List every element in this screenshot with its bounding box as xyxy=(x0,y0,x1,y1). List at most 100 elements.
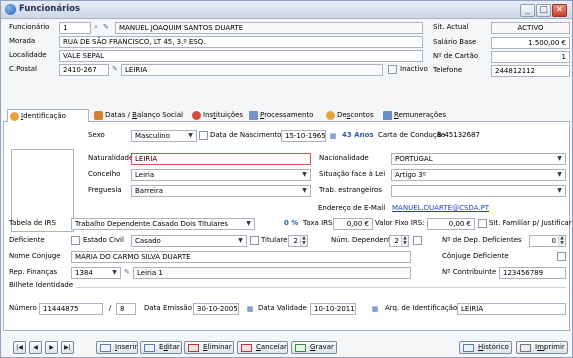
inserir-button[interactable]: Inserir xyxy=(96,341,138,354)
conjuge-label: Nome Conjuge xyxy=(9,252,61,260)
coins-icon xyxy=(326,111,335,120)
salario-label: Salário Base xyxy=(433,38,477,46)
bilhete-group-label: Bilhete Identidade xyxy=(9,279,77,291)
binoculars-icon[interactable]: ⌕ xyxy=(94,21,98,33)
rep-name-field: Leiria 1 xyxy=(133,267,411,279)
fixo-field[interactable]: 0,00 € xyxy=(427,218,475,230)
funcionarios-window: Funcionários _ □ ✕ Funcionário 1 ⌕ ✎ MAN… xyxy=(0,0,573,358)
rep-label: Rep. Finanças xyxy=(9,268,58,276)
deficiente-label: Deficiente xyxy=(9,236,45,244)
dep-def-stepper[interactable]: 0 ▲ ▼ xyxy=(529,235,566,247)
titulares-checkbox[interactable] xyxy=(250,236,259,245)
first-record-button[interactable]: |◀ xyxy=(13,341,26,354)
freguesia-label: Freguesia xyxy=(88,186,122,194)
num-dep-stepper[interactable]: 2 ▲ ▼ xyxy=(389,235,409,247)
taxa-field[interactable]: 0,00 € xyxy=(333,218,373,230)
conjuge-field[interactable]: MARIA DO CARMO SILVA DUARTE xyxy=(71,251,411,263)
printer-icon xyxy=(520,344,531,352)
validade-field[interactable]: 10-10-2011 xyxy=(310,303,356,315)
calendar-icon[interactable]: ▦ xyxy=(328,131,338,141)
freguesia-select[interactable]: Barreira ▼ xyxy=(131,185,311,197)
numero-label: Número xyxy=(9,304,37,312)
cpostal-field[interactable]: 2410-267 xyxy=(59,64,109,76)
localidade-label: Localidade xyxy=(9,51,47,59)
close-button[interactable]: ✕ xyxy=(552,4,567,17)
bilhete-divider xyxy=(9,287,566,288)
tab-identificacao[interactable]: Identificação xyxy=(7,109,89,123)
edit-icon xyxy=(144,344,155,352)
eliminar-button[interactable]: Eliminar xyxy=(184,341,234,354)
historico-button[interactable]: Histórico xyxy=(459,341,512,354)
contribuinte-field[interactable]: 123456789 xyxy=(499,267,566,279)
sexo-select[interactable]: Masculino ▼ xyxy=(131,130,197,142)
numero-suffix-field[interactable]: 8 xyxy=(116,303,136,315)
conj-def-checkbox[interactable] xyxy=(557,252,566,261)
numero-field[interactable]: 11444875 xyxy=(39,303,103,315)
morada-label: Morada xyxy=(9,37,36,45)
arquivo-field[interactable]: LEIRIA xyxy=(457,303,566,315)
window-title: Funcionários xyxy=(19,4,81,14)
concelho-select[interactable]: Leiria ▼ xyxy=(131,169,311,181)
chevron-down-icon: ▼ xyxy=(188,132,193,139)
sit-familiar-checkbox[interactable] xyxy=(478,219,487,228)
email-link[interactable]: MANUEL.DUARTE@CSDA.PT xyxy=(392,202,489,214)
deficiente-checkbox[interactable] xyxy=(71,236,80,245)
minimize-button[interactable]: _ xyxy=(520,4,535,17)
tab-instituicoes[interactable]: Instituições xyxy=(190,109,243,122)
cartao-field[interactable]: 1 xyxy=(491,51,570,63)
nacionalidade-select[interactable]: PORTUGAL ▼ xyxy=(391,153,566,165)
morada-field[interactable]: RUA DE SÃO FRANCISCO, LT 45, 3.º ESQ. xyxy=(59,36,423,48)
imprimir-button[interactable]: Imprimir xyxy=(516,341,568,354)
irs-label: Tabela de IRS xyxy=(9,219,56,227)
tab-processamento[interactable]: Processamento xyxy=(247,109,313,122)
rep-code-select[interactable]: 1384 ▼ xyxy=(71,267,121,279)
insert-icon xyxy=(100,344,111,352)
conj-def-label: Cônjuge Deficiente xyxy=(442,252,509,260)
spin-icon[interactable]: ▲ ▼ xyxy=(300,236,307,246)
data-nasc-checkbox[interactable] xyxy=(199,131,208,140)
last-record-button[interactable]: ▶| xyxy=(61,341,74,354)
inactivo-checkbox[interactable] xyxy=(388,65,397,74)
spin-icon[interactable]: ▲ ▼ xyxy=(558,236,565,246)
gravar-button[interactable]: Gravar xyxy=(291,341,337,354)
edit-icon[interactable]: ✎ xyxy=(124,266,130,278)
tab-descontos[interactable]: Descontos xyxy=(324,109,374,122)
cartao-label: Nº de Cartão xyxy=(433,52,479,60)
concelho-label: Concelho xyxy=(88,170,121,178)
calendar-icon[interactable]: ▦ xyxy=(370,304,380,314)
telefone-field[interactable]: 244812112 xyxy=(491,65,570,77)
carta-field[interactable]: B-45132687 xyxy=(434,130,566,142)
cpostal-localidade-field: LEIRIA xyxy=(121,64,383,76)
nasc-field[interactable]: 15-10-1965 xyxy=(281,130,326,142)
edit-icon[interactable]: ✎ xyxy=(112,63,118,75)
nome-field[interactable]: MANUEL JOAQUIM SANTOS DUARTE xyxy=(115,22,423,34)
cancelar-button[interactable]: Cancelar xyxy=(237,341,288,354)
edit-icon[interactable]: ✎ xyxy=(103,21,109,33)
tab-datas-balanco[interactable]: Datas / Balanço Social xyxy=(92,109,183,122)
localidade-field[interactable]: VALE SEPAL xyxy=(59,50,423,62)
arquivo-label: Arq. de Identificação xyxy=(385,304,458,312)
maximize-button[interactable]: □ xyxy=(536,4,551,17)
telefone-label: Telefone xyxy=(433,66,463,74)
next-record-button[interactable]: ▶ xyxy=(45,341,58,354)
funcionario-id-field[interactable]: 1 xyxy=(59,22,91,34)
salario-field[interactable]: 1.500,00 € xyxy=(491,37,570,49)
tab-remuneracoes[interactable]: Remunerações xyxy=(381,109,446,122)
naturalidade-field[interactable]: LEIRIA xyxy=(131,153,311,165)
irs-select[interactable]: Trabalho Dependente Casado Dois Titulare… xyxy=(71,218,255,230)
prev-record-button[interactable]: ◀ xyxy=(29,341,42,354)
situacao-select[interactable]: Artigo 3º ▼ xyxy=(391,169,566,181)
chevron-down-icon: ▼ xyxy=(557,171,562,178)
emissao-field[interactable]: 30-10-2005 xyxy=(193,303,239,315)
dep-def-checkbox[interactable] xyxy=(413,236,422,245)
spin-icon[interactable]: ▲ ▼ xyxy=(401,236,408,246)
institution-icon xyxy=(192,111,201,120)
trab-select[interactable]: ▼ xyxy=(391,185,566,197)
calendar-icon[interactable]: ▦ xyxy=(245,304,255,314)
trab-label: Trab. estrangeiros xyxy=(319,186,382,194)
inactivo-label: Inactivo xyxy=(400,65,428,73)
editar-button[interactable]: Editar xyxy=(140,341,182,354)
estado-civil-select[interactable]: Casado ▼ xyxy=(131,235,247,247)
sexo-label: Sexo xyxy=(88,131,105,139)
titulares-stepper[interactable]: 2 ▲ ▼ xyxy=(288,235,308,247)
